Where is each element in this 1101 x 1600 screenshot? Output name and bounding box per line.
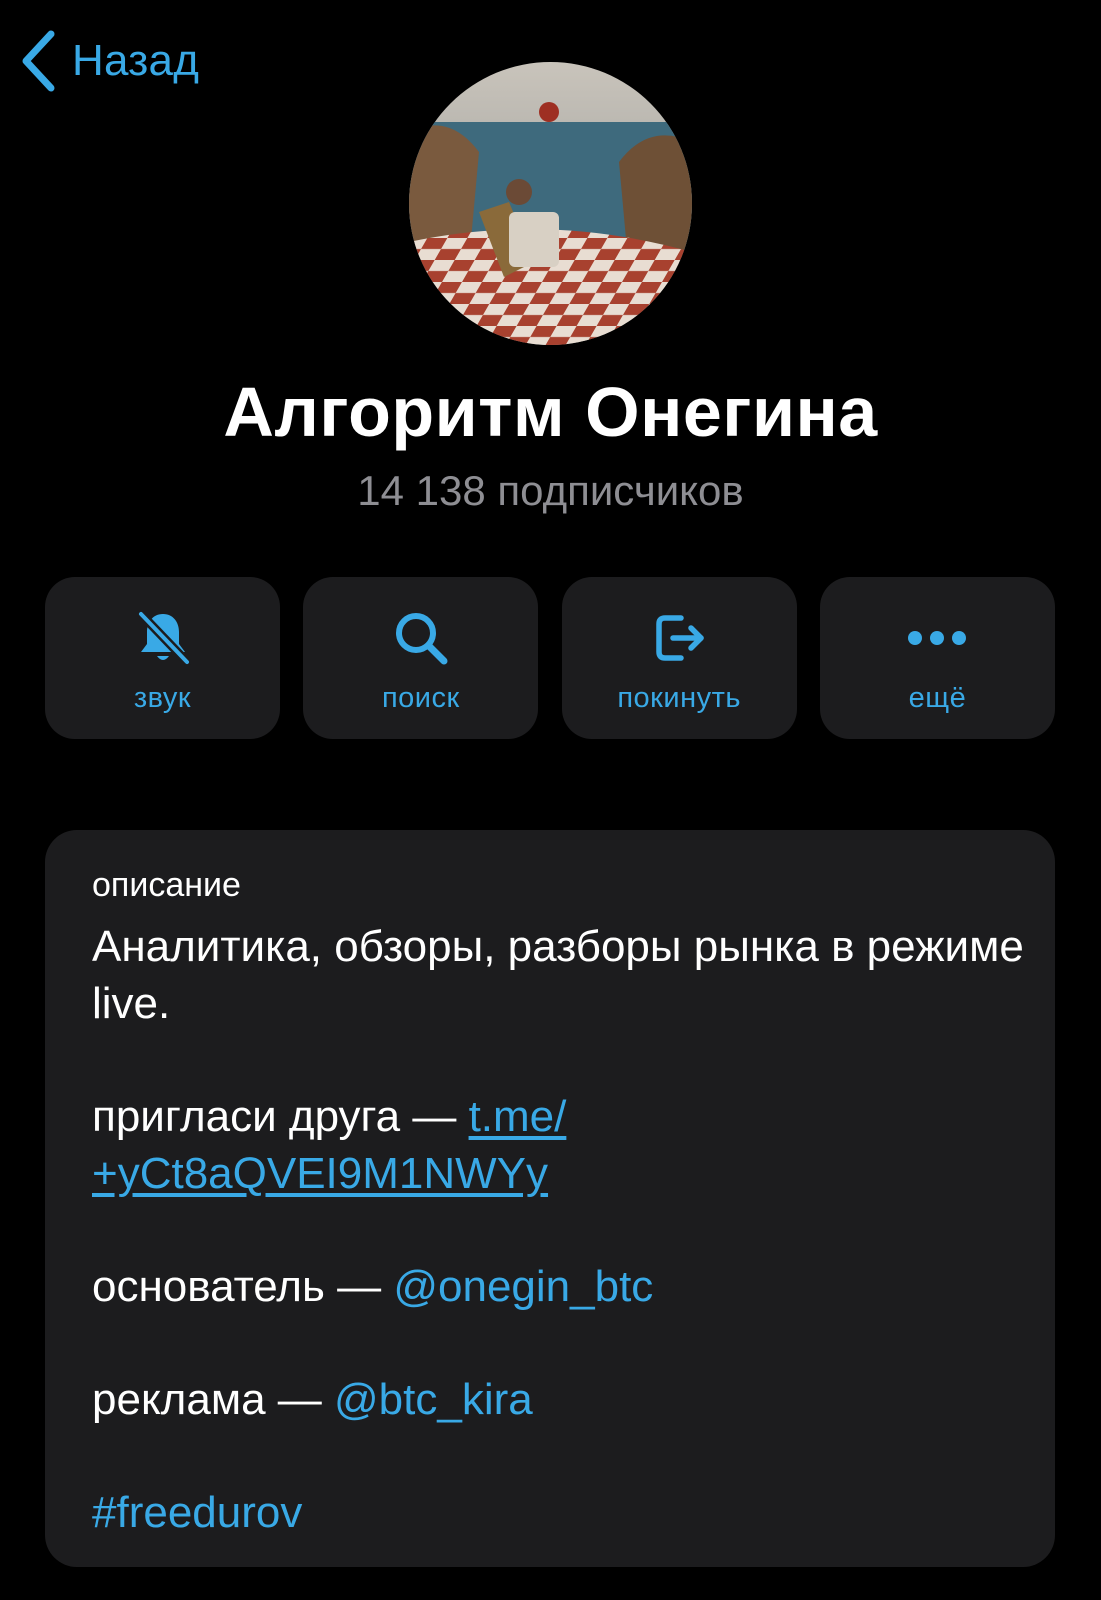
channel-avatar[interactable] <box>409 62 692 345</box>
more-icon <box>820 607 1055 669</box>
subscriber-count: 14 138 подписчиков <box>357 467 744 514</box>
search-label: поиск <box>381 682 460 714</box>
founder-prefix: основатель — <box>92 1262 394 1311</box>
search-button[interactable]: поиск <box>303 577 539 739</box>
bell-slash-icon <box>45 607 280 669</box>
leave-icon <box>562 607 797 669</box>
invite-prefix: пригласи друга — <box>92 1092 469 1141</box>
back-label: Назад <box>72 36 200 85</box>
invite-link-part1[interactable]: t.me/ <box>469 1092 567 1141</box>
ads-prefix: реклама — <box>92 1375 334 1424</box>
back-button[interactable]: Назад <box>20 30 199 92</box>
more-label: ещё <box>908 682 967 714</box>
invite-line: пригласи друга — t.me/ +yCt8aQVEI9M1NWYy <box>92 1088 1032 1202</box>
description-card: описание Аналитика, обзоры, разборы рынк… <box>45 830 1055 1567</box>
search-icon <box>303 607 538 669</box>
hashtag-line: #freedurov <box>92 1484 1032 1541</box>
mute-label: звук <box>133 682 192 714</box>
action-bar: звук поиск покинуть ещё <box>45 577 1055 739</box>
hashtag-link[interactable]: #freedurov <box>92 1488 302 1537</box>
description-heading: описание <box>92 866 241 904</box>
mute-button[interactable]: звук <box>45 577 280 739</box>
description-text: Аналитика, обзоры, разборы рынка в режим… <box>92 922 1024 1028</box>
ads-handle-link[interactable]: @btc_kira <box>334 1375 533 1424</box>
leave-button[interactable]: покинуть <box>561 577 797 739</box>
channel-title: Алгоритм Онегина <box>223 373 878 451</box>
founder-handle-link[interactable]: @onegin_btc <box>393 1262 653 1311</box>
more-button[interactable]: ещё <box>819 577 1055 739</box>
invite-link-part2[interactable]: +yCt8aQVEI9M1NWYy <box>92 1149 548 1198</box>
chevron-left-icon <box>22 30 55 92</box>
founder-line: основатель — @onegin_btc <box>92 1258 1032 1315</box>
avatar-image <box>409 62 692 345</box>
leave-label: покинуть <box>617 682 741 714</box>
ads-line: реклама — @btc_kira <box>92 1371 1032 1428</box>
description-body: Аналитика, обзоры, разборы рынка в режим… <box>92 918 1032 1541</box>
